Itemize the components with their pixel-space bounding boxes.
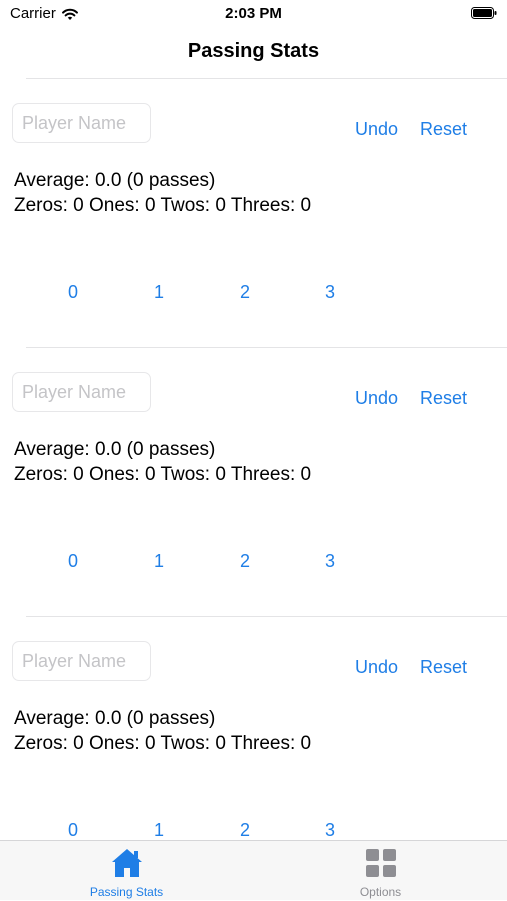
reset-button[interactable]: Reset [420,119,467,140]
reset-button[interactable]: Reset [420,388,467,409]
score-2-button[interactable]: 2 [225,820,265,840]
player-card: Undo Reset Average: 0.0 (0 passes) Zeros… [0,617,507,840]
battery-icon [471,7,497,19]
pass-counts-text: Zeros: 0 Ones: 0 Twos: 0 Threes: 0 [14,464,311,486]
tab-options[interactable]: Options [254,841,507,901]
score-2-button[interactable]: 2 [225,282,265,303]
pass-counts-text: Zeros: 0 Ones: 0 Twos: 0 Threes: 0 [14,733,311,755]
tab-passing-stats[interactable]: Passing Stats [0,841,253,901]
player-list[interactable]: Undo Reset Average: 0.0 (0 passes) Zeros… [0,79,507,840]
home-icon [110,847,144,879]
score-3-button[interactable]: 3 [310,820,350,840]
status-time: 2:03 PM [0,5,507,22]
average-text: Average: 0.0 (0 passes) [14,708,215,730]
undo-button[interactable]: Undo [355,657,398,678]
score-3-button[interactable]: 3 [310,282,350,303]
player-name-input[interactable] [12,641,151,681]
score-1-button[interactable]: 1 [139,551,179,572]
pass-counts-text: Zeros: 0 Ones: 0 Twos: 0 Threes: 0 [14,195,311,217]
status-bar: Carrier 2:03 PM [0,0,507,30]
score-3-button[interactable]: 3 [310,551,350,572]
score-0-button[interactable]: 0 [53,282,93,303]
score-1-button[interactable]: 1 [139,282,179,303]
tab-passing-stats-label: Passing Stats [0,885,253,899]
score-1-button[interactable]: 1 [139,820,179,840]
average-text: Average: 0.0 (0 passes) [14,439,215,461]
player-name-input[interactable] [12,103,151,143]
average-text: Average: 0.0 (0 passes) [14,170,215,192]
reset-button[interactable]: Reset [420,657,467,678]
score-2-button[interactable]: 2 [225,551,265,572]
undo-button[interactable]: Undo [355,388,398,409]
undo-button[interactable]: Undo [355,119,398,140]
score-0-button[interactable]: 0 [53,820,93,840]
player-card: Undo Reset Average: 0.0 (0 passes) Zeros… [0,348,507,617]
tab-bar: Passing Stats Options [0,840,507,900]
grid-icon [364,847,398,879]
tab-options-label: Options [254,885,507,899]
player-card: Undo Reset Average: 0.0 (0 passes) Zeros… [0,79,507,348]
score-0-button[interactable]: 0 [53,551,93,572]
page-title: Passing Stats [0,40,507,63]
player-name-input[interactable] [12,372,151,412]
